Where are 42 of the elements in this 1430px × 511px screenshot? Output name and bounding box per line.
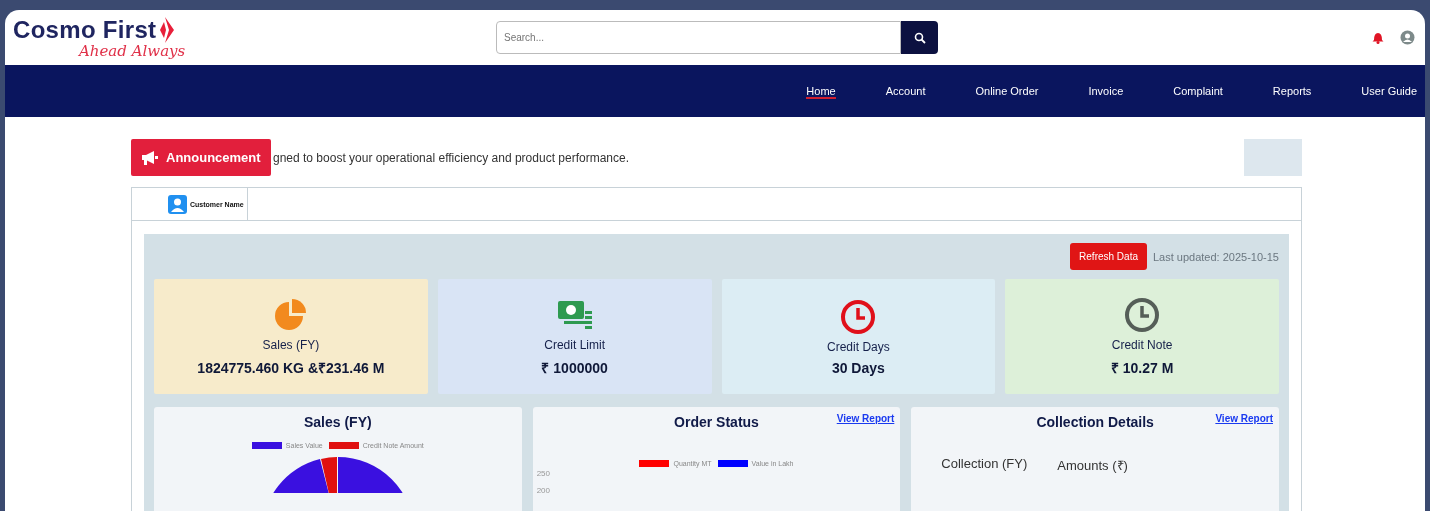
nav-link[interactable]: Account: [860, 65, 951, 117]
nav-link[interactable]: Reports: [1247, 65, 1337, 117]
user-icon: [168, 194, 187, 214]
brand-name: Cosmo First: [13, 15, 157, 44]
stat-label: Sales (FY): [262, 338, 320, 352]
stat-value: 30 Days: [831, 359, 885, 376]
column-header: Amounts (₹): [1057, 457, 1128, 474]
megaphone-icon: [141, 150, 158, 165]
stat-label: Credit Note: [1111, 338, 1173, 352]
stat-label: Credit Limit: [544, 338, 605, 352]
diamond-logo-icon: [160, 16, 175, 43]
brand-tagline: Ahead Always: [79, 41, 187, 60]
card-title: Sales (FY): [303, 414, 372, 430]
axis-tick-label: 200: [536, 486, 550, 495]
stat-value: 1824775.460 KG &₹231.46 M: [197, 359, 385, 377]
announcement-text: gned to boost your operational efficiency and product performance.: [273, 150, 629, 165]
nav-link[interactable]: User Guide: [1336, 65, 1417, 117]
cash-icon: [556, 299, 593, 331]
nav-link[interactable]: Home: [781, 65, 861, 117]
view-report-link[interactable]: View Report: [1215, 413, 1273, 424]
refresh-data-button[interactable]: Refresh Data: [1070, 243, 1147, 270]
announcement-badge: Announcement: [131, 139, 271, 176]
stat-label: Credit Days: [827, 339, 890, 354]
nav-link[interactable]: Complaint: [1148, 65, 1248, 117]
stat-value: ₹ 1000000: [541, 359, 608, 377]
clock-icon: [1124, 297, 1161, 333]
search-button[interactable]: [901, 21, 938, 54]
column-header: Collection (FY): [941, 456, 1028, 473]
bell-icon[interactable]: [1372, 31, 1384, 44]
search-field[interactable]: Search...: [496, 21, 901, 54]
pie-chart-icon: [274, 298, 307, 332]
nav-link[interactable]: Online Order: [950, 65, 1064, 117]
card-title: Collection Details: [1036, 414, 1154, 430]
user-avatar-icon[interactable]: [1400, 30, 1415, 45]
view-report-link[interactable]: View Report: [836, 413, 895, 424]
card-title: Order Status: [674, 414, 759, 430]
last-updated-text: Last updated: 2025-10-15: [1153, 250, 1279, 263]
search-icon: [913, 31, 926, 44]
stat-value: ₹ 10.27 M: [1110, 359, 1174, 377]
clock-icon: [840, 298, 877, 335]
axis-tick-label: 250: [536, 469, 550, 478]
nav-link[interactable]: Invoice: [1063, 65, 1149, 117]
